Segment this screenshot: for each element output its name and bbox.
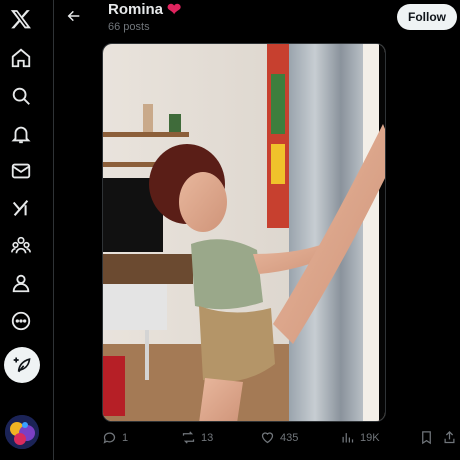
x-logo-icon[interactable] (9, 7, 33, 31)
post-media-image[interactable] (102, 43, 386, 422)
sidebar-nav (0, 0, 42, 460)
sidebar-divider (53, 0, 54, 460)
bookmark-icon (422, 431, 431, 445)
share-icon (444, 430, 455, 444)
profile-name-text: Romina (108, 1, 164, 18)
reply-count: 1 (122, 431, 129, 444)
profile-icon[interactable] (9, 271, 33, 295)
share-button[interactable] (442, 430, 457, 445)
back-button[interactable] (64, 6, 84, 26)
communities-icon[interactable] (9, 233, 33, 257)
like-count: 435 (280, 431, 299, 444)
reply-icon (103, 432, 116, 444)
mail-icon[interactable] (9, 159, 33, 183)
like-button[interactable]: 435 (260, 430, 298, 445)
repost-count: 13 (201, 431, 214, 444)
repost-button[interactable]: 13 (181, 430, 213, 445)
search-icon[interactable] (9, 84, 33, 108)
compose-post-button[interactable] (4, 347, 40, 383)
arrow-left-icon (67, 10, 80, 22)
reply-button[interactable]: 1 (102, 430, 128, 445)
heart-icon: ❤ (167, 0, 182, 19)
post-count: 66 posts (108, 21, 150, 33)
view-count: 19K (360, 431, 380, 444)
account-avatar[interactable] (5, 415, 39, 449)
follow-button[interactable]: Follow (397, 4, 457, 30)
bar-chart-icon (342, 433, 354, 443)
bell-icon[interactable] (9, 122, 33, 146)
feather-plus-icon (13, 357, 31, 373)
heart-outline-icon (261, 432, 274, 444)
photo (103, 44, 385, 421)
repost-icon (182, 431, 195, 444)
profile-name: Romina ❤ (108, 1, 181, 18)
grok-icon[interactable] (9, 196, 33, 220)
more-icon[interactable] (9, 309, 33, 333)
post-actions: 1 13 435 19K (54, 426, 460, 454)
views-button[interactable]: 19K (340, 430, 380, 445)
bookmark-button[interactable] (419, 430, 434, 445)
home-icon[interactable] (9, 46, 33, 70)
